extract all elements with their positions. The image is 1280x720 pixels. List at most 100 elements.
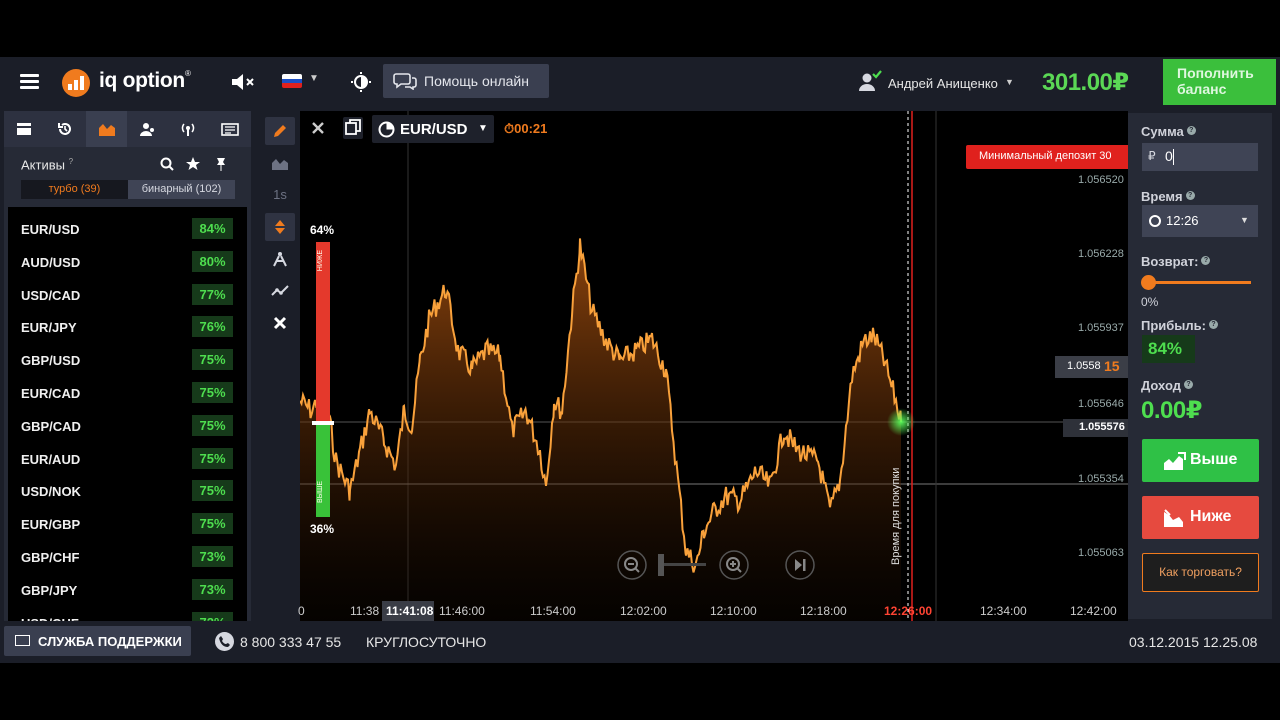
sound-muted-icon[interactable]: [230, 72, 258, 92]
user-verified-icon[interactable]: [858, 70, 882, 92]
tab-binary[interactable]: бинарный (102): [128, 180, 235, 199]
amount-input[interactable]: ₽ 0: [1142, 143, 1258, 171]
tab-assets[interactable]: [86, 111, 127, 147]
sentiment-down-pct: 64%: [310, 223, 335, 237]
asset-row[interactable]: EUR/AUD 75%: [8, 443, 247, 475]
history-icon: [58, 123, 71, 135]
chevron-down-icon[interactable]: ▼: [1005, 77, 1014, 87]
asset-row[interactable]: GBP/CHF 73%: [8, 541, 247, 573]
chat-icon: [393, 73, 417, 90]
asset-row[interactable]: EUR/GBP 75%: [8, 508, 247, 540]
expiry-time-select[interactable]: 12:26 ▼: [1142, 205, 1258, 237]
amount-value: 0: [1165, 148, 1173, 164]
asset-payout-badge: 73%: [192, 546, 233, 567]
sentiment-down-bar: НИЖЕ: [316, 242, 330, 422]
zoom-in-icon[interactable]: [719, 550, 749, 580]
menu-icon[interactable]: [20, 74, 39, 90]
x-tick: 0: [298, 604, 305, 618]
account-balance: 301.00₽: [1042, 69, 1129, 96]
figures-button[interactable]: [265, 245, 295, 273]
return-slider-track[interactable]: [1148, 281, 1251, 284]
theme-toggle-icon[interactable]: [350, 71, 372, 93]
y-tick: 1.056228: [1078, 248, 1124, 260]
profit-label: Прибыль:?: [1141, 318, 1218, 333]
search-icon[interactable]: [160, 157, 174, 171]
close-icon: [273, 316, 287, 330]
tab-news[interactable]: [209, 111, 250, 147]
logo-icon: [62, 69, 90, 97]
support-button[interactable]: СЛУЖБА ПОДДЕРЖКИ: [4, 626, 191, 656]
asset-row[interactable]: USD/NOK 75%: [8, 475, 247, 507]
asset-row[interactable]: USD/CAD 77%: [8, 279, 247, 311]
app-window: iq option® ▼ Помощь онлайн Андрей Анищен…: [0, 57, 1280, 663]
duplicate-icon[interactable]: [343, 117, 363, 139]
user-name[interactable]: Андрей Анищенко: [888, 76, 998, 91]
tab-history[interactable]: [45, 111, 86, 147]
support-label: СЛУЖБА ПОДДЕРЖКИ: [38, 634, 182, 649]
income-value: 0.00₽: [1141, 397, 1202, 424]
expiry-time-label: 12:26:00: [884, 604, 933, 618]
asset-name: GBP/USD: [21, 353, 81, 369]
users-icon: [140, 123, 154, 136]
trend-line-icon: [271, 285, 289, 296]
how-to-trade-button[interactable]: Как торговать?: [1142, 553, 1259, 592]
asset-row[interactable]: AUD/USD 80%: [8, 246, 247, 278]
support-phone[interactable]: 8 800 333 47 55: [240, 634, 341, 650]
star-icon[interactable]: [186, 157, 200, 170]
help-online-label: Помощь онлайн: [424, 73, 529, 89]
trend-button[interactable]: [265, 277, 295, 305]
asset-row[interactable]: GBP/CAD 75%: [8, 410, 247, 442]
news-icon: [221, 123, 239, 136]
call-button[interactable]: Выше: [1142, 439, 1259, 482]
amount-label: Сумма?: [1141, 124, 1196, 139]
put-button[interactable]: Ниже: [1142, 496, 1259, 539]
asset-selector[interactable]: EUR/USD ▼: [372, 115, 494, 143]
asset-row[interactable]: USD/CHF72%: [8, 607, 247, 621]
side-scrollbar[interactable]: [1272, 113, 1280, 619]
chevron-down-icon[interactable]: ▼: [309, 73, 319, 84]
tab-social[interactable]: [127, 111, 168, 147]
help-online-button[interactable]: Помощь онлайн: [383, 64, 549, 98]
tab-portfolio[interactable]: [4, 111, 45, 147]
language-flag-icon[interactable]: [282, 74, 302, 88]
pencil-icon: [274, 125, 286, 137]
x-tick: 12:34:00: [980, 604, 1027, 618]
chart-type-button[interactable]: [265, 149, 295, 177]
y-tick: 1.056520: [1078, 174, 1124, 186]
return-slider-handle[interactable]: [1141, 275, 1156, 290]
price-chart-svg: [300, 111, 1128, 621]
tab-signals[interactable]: [168, 111, 209, 147]
expiry-timer: ⏱00:21: [504, 121, 548, 136]
timeframe-label: 1s: [273, 187, 287, 202]
deposit-label: Пополнить баланс: [1177, 65, 1254, 97]
asset-name: EUR/USD: [21, 222, 80, 237]
time-label: Время?: [1141, 189, 1195, 204]
timeframe-button[interactable]: 1s: [265, 181, 295, 209]
tab-turbo[interactable]: турбо (39): [21, 180, 128, 199]
skip-to-end-icon[interactable]: [785, 550, 815, 580]
asset-payout-badge: 75%: [192, 414, 233, 436]
asset-row[interactable]: EUR/CAD 75%: [8, 377, 247, 409]
draw-tool-button[interactable]: [265, 117, 295, 145]
asset-type-switch: турбо (39) бинарный (102): [21, 180, 235, 199]
pin-icon[interactable]: [217, 158, 225, 171]
x-tick: 12:42:00: [1070, 604, 1117, 618]
asset-row[interactable]: EUR/JPY 76%: [8, 311, 247, 343]
price-chart[interactable]: [300, 111, 1128, 621]
zoom-out-icon[interactable]: [617, 550, 647, 580]
deposit-button[interactable]: Пополнить баланс: [1163, 59, 1276, 105]
asset-name: EUR/JPY: [21, 320, 77, 336]
asset-row[interactable]: EUR/USD 84%: [8, 213, 247, 245]
chart-area-icon: [99, 124, 115, 136]
asset-name: EUR/USD: [400, 121, 468, 138]
close-icon[interactable]: [308, 115, 328, 141]
indicator-button[interactable]: [265, 213, 295, 241]
amount-currency: ₽: [1148, 149, 1156, 163]
asset-row[interactable]: GBP/USD 75%: [8, 344, 247, 376]
asset-row[interactable]: GBP/JPY 73%: [8, 574, 247, 606]
zoom-slider[interactable]: [658, 554, 706, 576]
asset-name: GBP/JPY: [21, 582, 78, 598]
sentiment-up-bar: ВЫШЕ: [316, 425, 330, 517]
clear-drawings-button[interactable]: [265, 309, 295, 337]
chevron-down-icon: ▼: [1240, 215, 1249, 225]
